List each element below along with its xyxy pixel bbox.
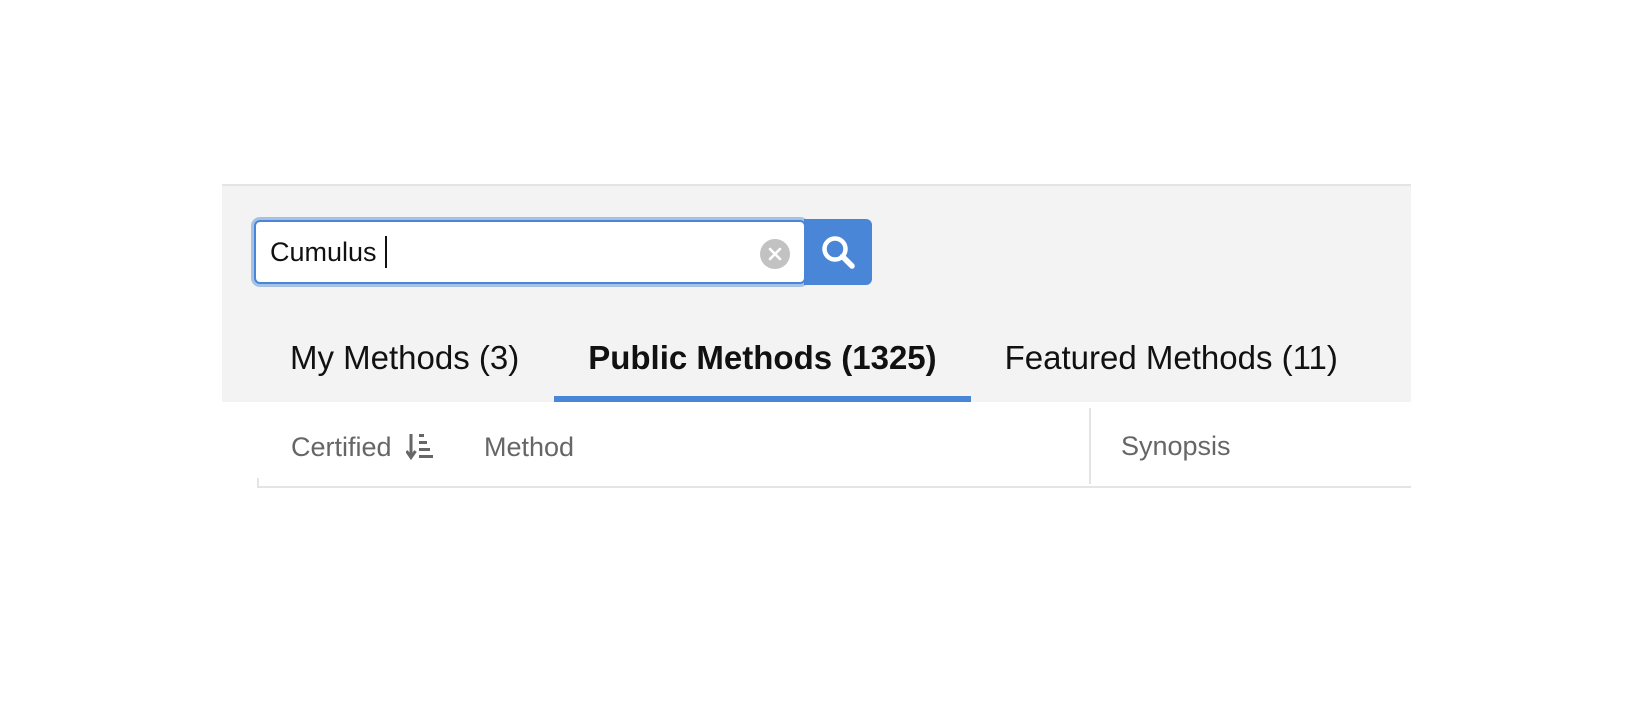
column-header-certified[interactable]: Certified [291, 408, 434, 486]
column-header-synopsis[interactable]: Synopsis [1089, 408, 1231, 484]
tab-my-methods[interactable]: My Methods (3) [290, 314, 519, 402]
search-field[interactable]: Cumulus [254, 220, 806, 284]
methods-tabs: My Methods (3) Public Methods (1325) Fea… [222, 314, 1411, 402]
tab-public-methods[interactable]: Public Methods (1325) [554, 314, 972, 402]
sort-ascending-icon[interactable] [405, 432, 434, 462]
search-panel: Cumulus My Methods (3) Public Methods (1… [222, 184, 1411, 402]
column-label-certified: Certified [291, 431, 392, 462]
search-button[interactable] [804, 219, 872, 285]
tab-featured-methods[interactable]: Featured Methods (11) [1005, 314, 1338, 402]
header-left-edge [257, 408, 259, 478]
search-icon [822, 236, 855, 269]
close-icon [768, 247, 782, 261]
clear-icon[interactable] [760, 239, 790, 269]
search-input[interactable]: Cumulus [270, 222, 750, 282]
text-caret [385, 236, 387, 268]
table-header: Certified Method Synopsis [257, 408, 1411, 488]
search-bar: Cumulus [254, 219, 872, 286]
column-header-method[interactable]: Method [484, 408, 574, 486]
